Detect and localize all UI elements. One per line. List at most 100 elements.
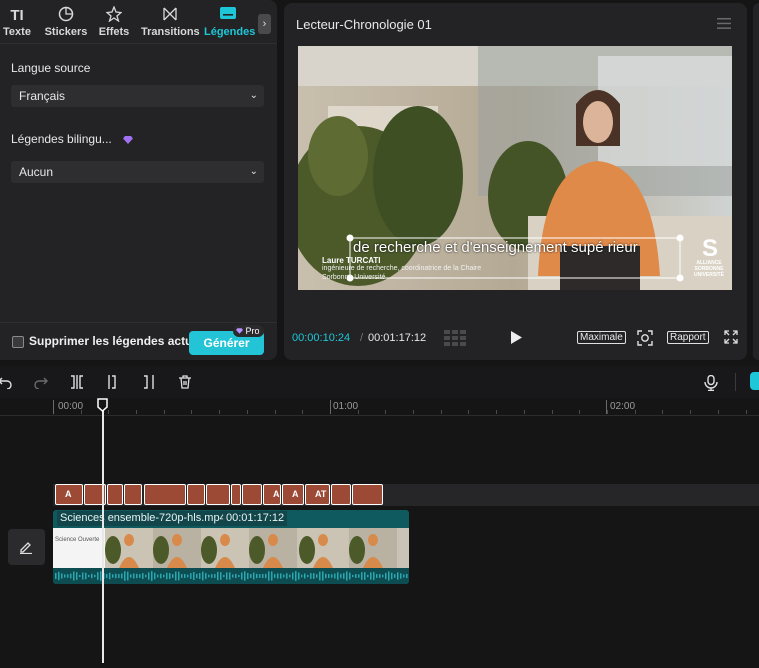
waveform-bar: [121, 573, 123, 579]
ruler-tick: [136, 410, 137, 414]
delete-captions-checkbox[interactable]: [12, 336, 24, 348]
caption-clip[interactable]: [124, 484, 142, 505]
ruler-major-tick: [606, 400, 607, 414]
ruler-tick: [496, 410, 497, 414]
caption-clip[interactable]: AT: [305, 484, 330, 505]
thumbnail-plant: [201, 536, 217, 564]
split-icon[interactable]: [70, 375, 84, 389]
thumbnail-plant: [105, 536, 121, 564]
fullscreen-icon[interactable]: [724, 330, 738, 344]
waveform-bar: [163, 574, 165, 578]
ruler-tick: [358, 410, 359, 414]
playhead-handle-icon[interactable]: [97, 398, 108, 412]
waveform-bar: [343, 573, 345, 579]
caption-clip[interactable]: [242, 484, 262, 505]
waveform-bar: [289, 574, 291, 578]
timeline-grid-icon[interactable]: [444, 330, 466, 346]
undo-icon[interactable]: [0, 375, 12, 389]
audio-waveform: [53, 568, 409, 584]
time-separator: /: [360, 332, 364, 344]
effects-icon: [96, 5, 132, 26]
thumbnail-plant: [249, 536, 265, 564]
caption-clip[interactable]: A: [282, 484, 304, 505]
waveform-bar: [406, 573, 408, 579]
tab-legendes[interactable]: Légendes: [204, 6, 255, 42]
waveform-bar: [301, 574, 303, 578]
play-icon[interactable]: [511, 331, 522, 344]
sticker-icon: [44, 6, 88, 26]
waveform-bar: [388, 571, 390, 581]
clip-duration: 00:01:17:12: [223, 511, 288, 526]
waveform-bar: [148, 572, 150, 580]
toolbar-divider: [735, 373, 736, 391]
waveform-bar: [292, 572, 294, 580]
waveform-bar: [178, 571, 180, 581]
waveform-bar: [310, 573, 312, 579]
waveform-bar: [346, 571, 348, 581]
caption-overlay-text[interactable]: de recherche et d'enseignement supé rieu…: [353, 239, 678, 256]
lower-third-org: Sorbonne Université: [322, 274, 386, 281]
lower-third-name: Laure TURCATI: [322, 256, 381, 265]
ruler-tick: [302, 410, 303, 414]
caption-clip[interactable]: A: [55, 484, 83, 505]
playhead[interactable]: [102, 405, 104, 663]
waveform-bar: [88, 574, 90, 578]
caption-clip-label: A: [292, 489, 299, 499]
tab-stickers[interactable]: Stickers: [44, 6, 88, 42]
screenshot-icon[interactable]: [637, 330, 653, 346]
waveform-bar: [367, 574, 369, 578]
menu-icon[interactable]: [717, 18, 731, 29]
caption-clip[interactable]: [331, 484, 351, 505]
waveform-bar: [394, 574, 396, 578]
ratio-button[interactable]: Maximale: [577, 331, 626, 344]
tab-effets[interactable]: Effets: [96, 5, 132, 42]
ruler-major-tick: [330, 400, 331, 414]
pencil-icon: [20, 542, 32, 554]
split-left-icon[interactable]: [106, 375, 120, 389]
caption-clip[interactable]: [187, 484, 205, 505]
caption-clip-label: A: [273, 489, 280, 499]
waveform-bar: [349, 572, 351, 580]
waveform-bar: [70, 573, 72, 579]
caption-clip[interactable]: [206, 484, 230, 505]
caption-clip[interactable]: A: [263, 484, 281, 505]
redo-icon[interactable]: [34, 375, 48, 389]
waveform-bar: [67, 574, 69, 578]
split-right-icon[interactable]: [142, 375, 156, 389]
waveform-bar: [340, 573, 342, 579]
caption-clip[interactable]: [144, 484, 186, 505]
waveform-bar: [247, 572, 249, 580]
bilingual-captions-select[interactable]: Aucun ⌄: [11, 161, 264, 183]
track-toggle-handle[interactable]: [750, 372, 759, 390]
caption-clip[interactable]: [231, 484, 241, 505]
tabs-scroll-right-button[interactable]: ›: [258, 14, 271, 34]
microphone-icon[interactable]: [704, 375, 718, 391]
waveform-bar: [316, 574, 318, 578]
clip-thumbnails: [53, 528, 409, 568]
ruler-tick: [413, 410, 414, 414]
video-clip[interactable]: Science Ouverte Sciences ensemble-720p-h…: [53, 510, 409, 584]
timeline-ruler: 00:00 01:00 02:00: [0, 398, 759, 416]
caption-clip[interactable]: [107, 484, 123, 505]
ruler-tick: [690, 410, 691, 414]
delete-captions-label: Supprimer les légendes actuell: [29, 334, 206, 348]
source-language-select[interactable]: Français ⌄: [11, 85, 264, 107]
lower-third-role: ingénieure de recherche, coordinatrice d…: [322, 265, 482, 272]
caption-clip-label: A: [65, 489, 72, 499]
caption-clip[interactable]: [352, 484, 383, 505]
waveform-bar: [361, 572, 363, 580]
delete-icon[interactable]: [178, 375, 192, 389]
waveform-bar: [79, 574, 81, 578]
ruler-label: 00:00: [58, 401, 84, 412]
report-button[interactable]: Rapport: [667, 331, 709, 344]
waveform-bar: [55, 572, 57, 580]
edit-track-button[interactable]: [8, 529, 45, 565]
waveform-bar: [397, 572, 399, 580]
tab-texte[interactable]: TI Texte: [2, 6, 32, 42]
tab-transitions[interactable]: Transitions: [141, 6, 200, 42]
captions-icon: [204, 6, 252, 26]
text-icon: TI: [10, 7, 24, 24]
waveform-bar: [169, 573, 171, 579]
video-preview[interactable]: S Laure TURCATI ingénieure de recherche,…: [298, 46, 732, 290]
waveform-bar: [106, 573, 108, 579]
